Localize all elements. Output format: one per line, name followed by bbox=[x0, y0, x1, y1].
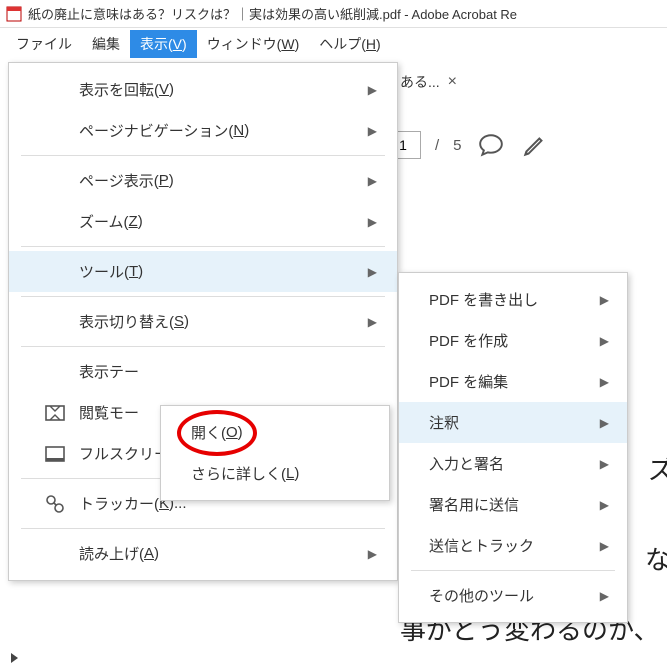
document-tab[interactable]: ある... bbox=[400, 72, 440, 92]
chevron-right-icon: ▶ bbox=[368, 83, 377, 97]
menu-separator bbox=[411, 570, 615, 571]
tool-create-pdf[interactable]: PDF を作成▶ bbox=[399, 320, 627, 361]
chevron-right-icon: ▶ bbox=[600, 375, 609, 389]
chevron-right-icon: ▶ bbox=[368, 215, 377, 229]
menubar: ファイル 編集 表示(V) ウィンドウ(W) ヘルプ(H) bbox=[0, 28, 667, 60]
submenu-open[interactable]: 開く(O) bbox=[161, 412, 389, 453]
chevron-right-icon: ▶ bbox=[600, 334, 609, 348]
tracker-icon bbox=[44, 493, 66, 515]
chevron-right-icon: ▶ bbox=[600, 293, 609, 307]
read-mode-icon bbox=[44, 402, 66, 424]
menu-zoom[interactable]: ズーム(Z)▶ bbox=[9, 201, 397, 242]
menu-separator bbox=[21, 346, 385, 347]
tool-comment[interactable]: 注釈▶ bbox=[399, 402, 627, 443]
tool-export-pdf[interactable]: PDF を書き出し▶ bbox=[399, 279, 627, 320]
chevron-right-icon: ▶ bbox=[600, 498, 609, 512]
menu-view[interactable]: 表示(V) bbox=[130, 30, 197, 58]
menu-separator bbox=[21, 155, 385, 156]
chevron-right-icon: ▶ bbox=[368, 547, 377, 561]
menu-page-navigation[interactable]: ページナビゲーション(N)▶ bbox=[9, 110, 397, 151]
pencil-icon[interactable] bbox=[520, 130, 550, 160]
chevron-right-icon: ▶ bbox=[368, 265, 377, 279]
tool-other-tools[interactable]: その他のツール▶ bbox=[399, 575, 627, 616]
tool-fill-sign[interactable]: 入力と署名▶ bbox=[399, 443, 627, 484]
menu-tools[interactable]: ツール(T)▶ bbox=[9, 251, 397, 292]
chevron-right-icon: ▶ bbox=[600, 416, 609, 430]
page-total: 5 bbox=[453, 137, 461, 154]
panel-expand-icon[interactable] bbox=[8, 651, 22, 668]
window-title: 紙の廃止に意味はある？リスクは？｜実は効果の高い紙削減.pdf - Adobe … bbox=[28, 4, 517, 23]
tool-send-track[interactable]: 送信とトラック▶ bbox=[399, 525, 627, 566]
menu-separator bbox=[21, 246, 385, 247]
chevron-right-icon: ▶ bbox=[600, 457, 609, 471]
menu-separator bbox=[21, 296, 385, 297]
fullscreen-icon bbox=[44, 443, 66, 465]
menu-window[interactable]: ウィンドウ(W) bbox=[197, 30, 310, 58]
menu-separator bbox=[21, 528, 385, 529]
menu-show-hide[interactable]: 表示切り替え(S)▶ bbox=[9, 301, 397, 342]
view-dropdown: 表示を回転(V)▶ ページナビゲーション(N)▶ ページ表示(P)▶ ズーム(Z… bbox=[8, 62, 398, 581]
pdf-icon bbox=[6, 6, 22, 22]
tab-close-icon[interactable]: × bbox=[448, 73, 457, 91]
doc-text-fragment: な bbox=[645, 540, 667, 577]
menu-edit[interactable]: 編集 bbox=[82, 30, 130, 58]
chevron-right-icon: ▶ bbox=[368, 315, 377, 329]
tools-list-dropdown: PDF を書き出し▶ PDF を作成▶ PDF を編集▶ 注釈▶ 入力と署名▶ … bbox=[398, 272, 628, 623]
menu-display-theme[interactable]: 表示テー bbox=[9, 351, 397, 392]
doc-text-fragment: ズ bbox=[648, 450, 667, 487]
chevron-right-icon: ▶ bbox=[600, 589, 609, 603]
chevron-right-icon: ▶ bbox=[368, 174, 377, 188]
chevron-right-icon: ▶ bbox=[368, 124, 377, 138]
tools-sub-dropdown: 開く(O) さらに詳しく(L) bbox=[160, 405, 390, 501]
page-separator: / bbox=[435, 137, 439, 154]
menu-rotate-view[interactable]: 表示を回転(V)▶ bbox=[9, 69, 397, 110]
tool-edit-pdf[interactable]: PDF を編集▶ bbox=[399, 361, 627, 402]
menu-page-display[interactable]: ページ表示(P)▶ bbox=[9, 160, 397, 201]
menu-read-aloud[interactable]: 読み上げ(A)▶ bbox=[9, 533, 397, 574]
chevron-right-icon: ▶ bbox=[600, 539, 609, 553]
menu-help[interactable]: ヘルプ(H) bbox=[309, 30, 390, 58]
submenu-more-detail[interactable]: さらに詳しく(L) bbox=[161, 453, 389, 494]
comment-bubble-icon[interactable] bbox=[476, 130, 506, 160]
tool-send-for-signature[interactable]: 署名用に送信▶ bbox=[399, 484, 627, 525]
menu-file[interactable]: ファイル bbox=[6, 30, 82, 58]
